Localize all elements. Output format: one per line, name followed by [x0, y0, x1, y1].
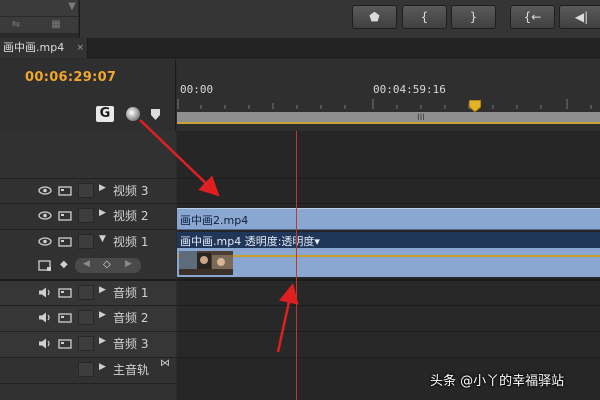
- prev-keyframe-icon[interactable]: ◀: [83, 259, 90, 269]
- track-name: 音频 3: [113, 337, 149, 351]
- go-to-in-button[interactable]: {←: [510, 5, 555, 29]
- go-to-in-icon: {←: [523, 10, 542, 24]
- track-name: 视频 2: [113, 209, 149, 223]
- speaker-icon[interactable]: [38, 311, 52, 324]
- display-style-icon[interactable]: [38, 259, 52, 272]
- opacity-rubber-band[interactable]: [177, 255, 600, 257]
- track-lock-box[interactable]: [78, 183, 94, 198]
- top-left-panel: ⇋ ▦ ▼: [0, 0, 80, 38]
- timeline-header-controls: 00:06:29:07 G: [0, 59, 176, 131]
- eye-icon[interactable]: [38, 209, 52, 222]
- ruler-label: 00:00: [180, 83, 214, 96]
- expand-arrow-icon[interactable]: ▶: [99, 336, 106, 346]
- transfer-icon[interactable]: ⇋: [8, 18, 24, 32]
- track-header-master[interactable]: ▶ 主音轨 ⋈: [0, 357, 176, 383]
- track-row-audio-3[interactable]: [177, 331, 600, 357]
- mark-in-button[interactable]: {: [402, 5, 447, 29]
- keyframe-navigator[interactable]: ◀ ◇ ▶: [75, 258, 141, 273]
- add-keyframe-icon[interactable]: ◇: [103, 259, 111, 270]
- mark-in-icon: {: [420, 10, 429, 24]
- track-header-audio-3[interactable]: ▶ 音频 3: [0, 331, 176, 357]
- marker-icon: ⬟: [369, 10, 380, 24]
- sequence-tab-label: 画中画.mp4: [3, 41, 65, 54]
- master-bowtie-icon[interactable]: ⋈: [160, 358, 170, 369]
- step-back-icon: ◀|: [574, 10, 589, 24]
- track-lock-box[interactable]: [78, 208, 94, 223]
- mark-out-icon: }: [469, 10, 478, 24]
- expand-arrow-icon[interactable]: ▶: [99, 285, 106, 295]
- snap-icon[interactable]: G: [96, 106, 114, 122]
- set-encore-marker-icon[interactable]: [126, 107, 140, 121]
- clip-pip[interactable]: 画中画2.mp4: [177, 208, 600, 230]
- track-header-panel: ▶ 视频 3 ▶ 视频 2 ▼ 视频 1 ◆ ◀ ◇ ▶ ▶ 音频 1 ▶ 音频…: [0, 131, 176, 400]
- current-timecode[interactable]: 00:06:29:07: [25, 70, 116, 85]
- lock-toggle-icon[interactable]: [58, 311, 72, 324]
- step-back-button[interactable]: ◀|: [559, 5, 600, 29]
- ruler-label: 00:04:59:16: [373, 83, 446, 96]
- eye-icon[interactable]: [38, 235, 52, 248]
- track-lock-box[interactable]: [78, 362, 94, 377]
- close-icon[interactable]: ×: [76, 38, 84, 58]
- expand-arrow-icon[interactable]: ▶: [99, 183, 106, 193]
- lock-toggle-icon[interactable]: [58, 286, 72, 299]
- track-name: 视频 1: [113, 235, 149, 249]
- track-name: 视频 3: [113, 184, 149, 198]
- clip-thumbnail: [179, 251, 233, 275]
- watermark: 头条 @小丫的幸福驿站: [430, 374, 565, 389]
- track-header-video-2[interactable]: ▶ 视频 2: [0, 203, 176, 229]
- track-lock-box[interactable]: [78, 310, 94, 325]
- lock-toggle-icon[interactable]: [58, 209, 72, 222]
- ruler-ticks: [177, 99, 592, 109]
- trash-icon[interactable]: ▦: [48, 18, 64, 32]
- playhead-line[interactable]: [296, 131, 297, 400]
- next-keyframe-icon[interactable]: ▶: [125, 259, 132, 269]
- sequence-tab-bar: 画中画.mp4 ×: [0, 38, 600, 58]
- track-name: 音频 1: [113, 286, 149, 300]
- keyframe-icon[interactable]: ◆: [60, 259, 68, 270]
- track-header-audio-2[interactable]: ▶ 音频 2: [0, 305, 176, 331]
- lock-toggle-icon[interactable]: [58, 235, 72, 248]
- speaker-icon[interactable]: [38, 286, 52, 299]
- track-row-audio-2[interactable]: [177, 305, 600, 331]
- track-lock-box[interactable]: [78, 336, 94, 351]
- mark-out-button[interactable]: }: [451, 5, 496, 29]
- track-row-audio-1[interactable]: [177, 279, 600, 305]
- marker-icon[interactable]: [151, 109, 160, 120]
- expand-arrow-icon[interactable]: ▶: [99, 310, 106, 320]
- collapse-arrow-icon[interactable]: ▼: [99, 234, 106, 244]
- track-lock-box[interactable]: [78, 285, 94, 300]
- work-area-bar[interactable]: III: [177, 112, 600, 124]
- track-lock-box[interactable]: [78, 234, 94, 249]
- track-header-spacer: [0, 383, 176, 400]
- playhead-handle-icon[interactable]: [469, 100, 481, 112]
- thumbnail-image: [179, 251, 233, 275]
- scroll-down-icon[interactable]: ▼: [64, 0, 80, 14]
- track-name: 主音轨: [113, 363, 150, 377]
- time-ruler[interactable]: 00:00 00:04:59:16 III: [177, 59, 600, 131]
- lock-toggle-icon[interactable]: [58, 337, 72, 350]
- timeline-tracks[interactable]: 画中画2.mp4 画中画.mp4 透明度:透明度▾: [177, 131, 600, 400]
- add-marker-button[interactable]: ⬟: [352, 5, 397, 29]
- track-header-video-3[interactable]: ▶ 视频 3: [0, 178, 176, 203]
- expand-arrow-icon[interactable]: ▶: [99, 208, 106, 218]
- expand-arrow-icon[interactable]: ▶: [99, 362, 106, 372]
- clip-titlebar[interactable]: 画中画.mp4 透明度:透明度▾: [177, 232, 600, 248]
- sequence-tab[interactable]: 画中画.mp4 ×: [0, 38, 88, 58]
- clip-label[interactable]: 画中画.mp4 透明度:透明度▾: [180, 233, 320, 249]
- work-area-grip[interactable]: III: [417, 113, 425, 123]
- clip-main[interactable]: 画中画.mp4 透明度:透明度▾: [177, 232, 600, 277]
- eye-icon[interactable]: [38, 184, 52, 197]
- clip-label: 画中画2.mp4: [180, 214, 249, 227]
- speaker-icon[interactable]: [38, 337, 52, 350]
- lock-toggle-icon[interactable]: [58, 184, 72, 197]
- track-header-audio-1[interactable]: ▶ 音频 1: [0, 279, 176, 305]
- track-row-video-3[interactable]: [177, 178, 600, 203]
- track-name: 音频 2: [113, 311, 149, 325]
- track-header-video-1[interactable]: ▼ 视频 1 ◆ ◀ ◇ ▶: [0, 229, 176, 279]
- top-toolbar: ⇋ ▦ ▼ ⬟ { } {← ◀|: [0, 0, 600, 38]
- track-header-spacer: [0, 131, 176, 178]
